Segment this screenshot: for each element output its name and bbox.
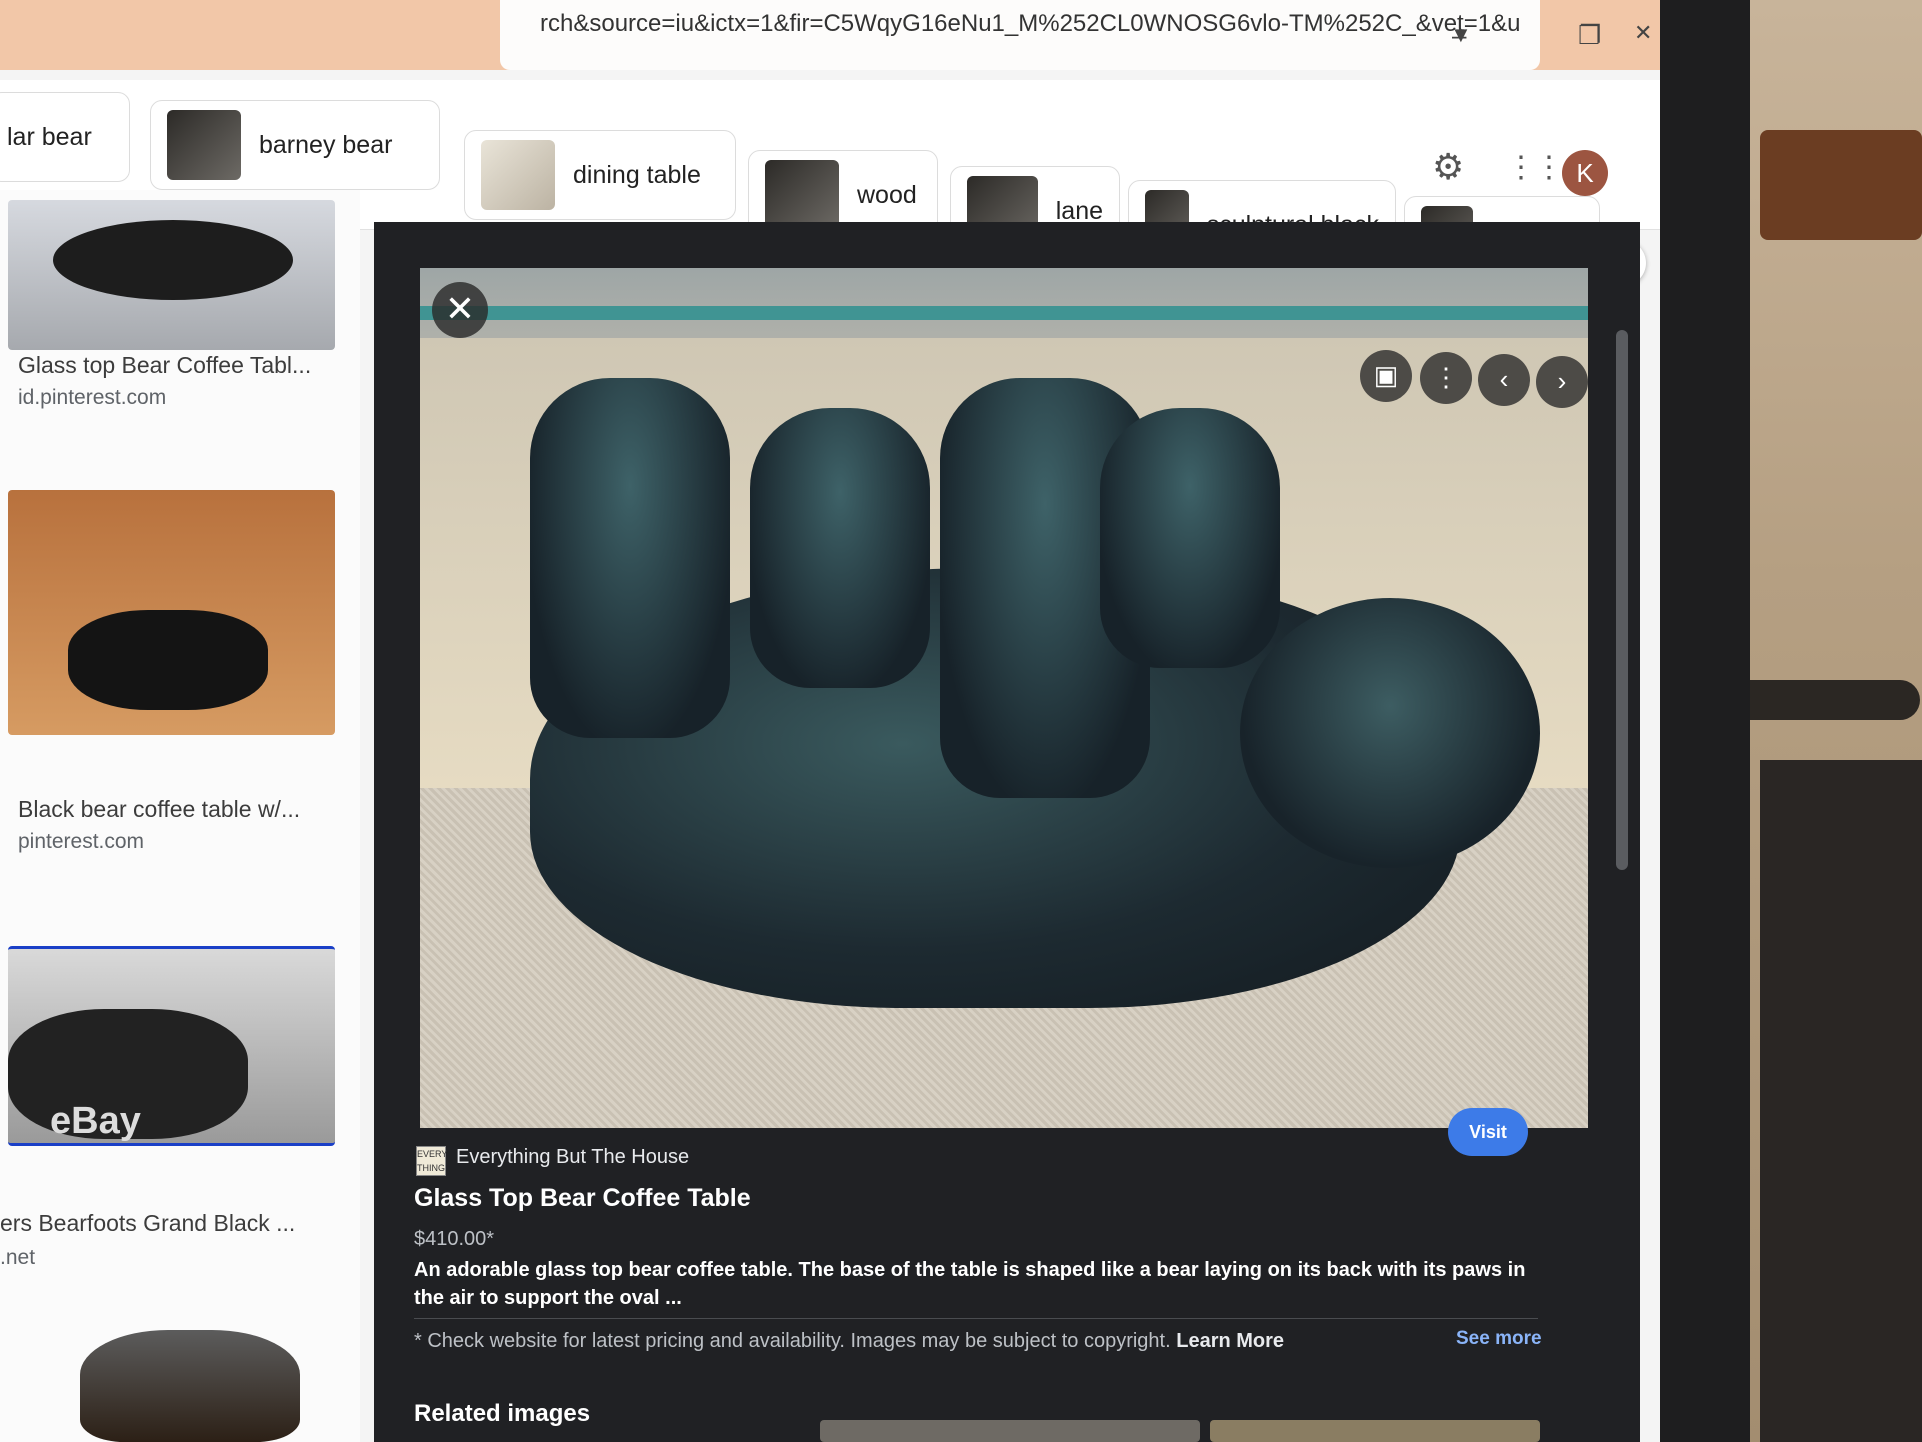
chip-barney-bear[interactable]: barney bear [150,100,440,190]
image-bear-leg [530,378,730,738]
result-title[interactable]: ers Bearfoots Grand Black ... [0,1210,295,1237]
chip-label: barney bear [259,130,393,159]
chip-label: dining table [573,160,701,189]
cable [1720,680,1920,720]
result-source[interactable]: pinterest.com [18,830,144,854]
site-favicon: EVERY THING [416,1146,447,1176]
divider [414,1318,1538,1319]
preview-image[interactable] [420,268,1588,1128]
more-vert-icon[interactable]: ⋮ [1420,352,1472,404]
result-title[interactable]: Black bear coffee table w/... [18,796,300,823]
image-bear-leg [1100,408,1280,668]
close-window-icon[interactable]: ✕ [1634,20,1652,46]
result-image[interactable] [80,1330,300,1442]
disclaimer: * Check website for latest pricing and a… [414,1330,1284,1353]
result-image[interactable] [8,200,335,350]
address-bar-url[interactable]: rch&source=iu&ictx=1&fir=C5WqyG16eNu1_M%… [540,10,1520,38]
chip-label: lar bear [7,122,92,151]
chip-dining-table[interactable]: dining table [464,130,736,220]
related-images-heading: Related images [414,1400,591,1427]
screen: rch&source=iu&ictx=1&fir=C5WqyG16eNu1_M%… [0,0,1660,1442]
result-source[interactable]: .net [0,1246,35,1270]
site-name[interactable]: Everything But The House [456,1146,689,1169]
wooden-object [1760,130,1922,240]
item-price: $410.00* [414,1228,495,1250]
chip-thumbnail [481,140,555,210]
results-column: Glass top Bear Coffee Tabl... id.pintere… [0,190,360,1442]
image-bear-leg [750,408,930,688]
close-icon[interactable]: ✕ [432,282,488,338]
item-title[interactable]: Glass Top Bear Coffee Table [414,1184,751,1213]
related-image[interactable] [1210,1420,1540,1442]
related-image[interactable] [820,1420,1200,1442]
chevron-left-icon[interactable]: ‹ [1478,354,1530,406]
image-glass-top [420,306,1588,320]
gear-icon[interactable]: ⚙ [1432,146,1464,188]
result-title[interactable]: Glass top Bear Coffee Tabl... [18,352,311,379]
chip-label: wood [857,180,917,209]
ebay-badge: eBay [50,1100,141,1142]
image-bear-head [1240,598,1540,868]
chip-lar-bear[interactable]: lar bear [0,92,130,182]
chevron-right-icon[interactable]: › [1536,356,1588,408]
disclaimer-text: * Check website for latest pricing and a… [414,1330,1171,1352]
learn-more-link[interactable]: Learn More [1176,1330,1284,1352]
restore-icon[interactable]: ❐ [1578,20,1601,51]
result-source[interactable]: id.pinterest.com [18,386,166,410]
result-image[interactable] [8,490,335,735]
chip-thumbnail [765,160,839,230]
item-description: An adorable glass top bear coffee table.… [414,1259,1526,1309]
panel-scrollbar[interactable] [1616,330,1628,870]
visit-button[interactable]: Visit [1448,1108,1528,1156]
monitor-stand [1760,760,1922,1442]
see-more-link[interactable]: See more [1456,1328,1542,1350]
profile-dropdown-icon[interactable]: ▼ [1450,22,1472,48]
lens-icon[interactable]: ▣ [1360,350,1412,402]
account-avatar[interactable]: K [1562,150,1608,196]
chip-thumbnail [167,110,241,180]
